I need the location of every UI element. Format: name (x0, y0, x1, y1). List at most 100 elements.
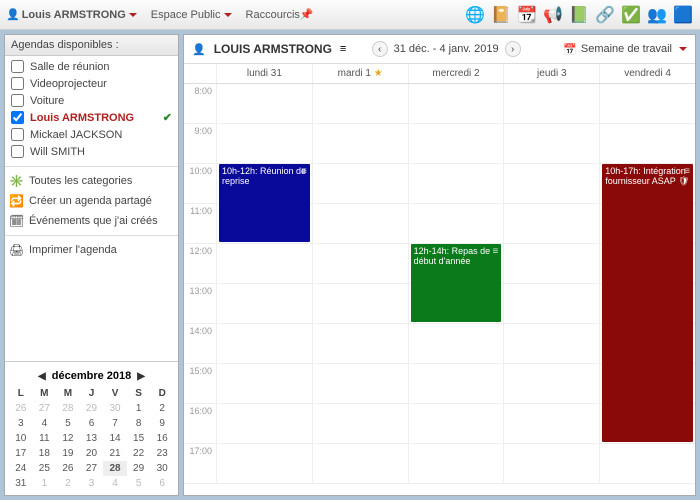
time-slot[interactable] (216, 204, 312, 243)
mini-cal-day[interactable]: 21 (103, 446, 127, 461)
link-icon[interactable]: 🔗 (594, 4, 616, 26)
time-slot[interactable] (216, 364, 312, 403)
mini-cal-day[interactable]: 26 (9, 401, 33, 416)
time-slot[interactable] (312, 284, 408, 323)
mini-cal-day[interactable]: 16 (150, 431, 174, 446)
mini-cal-day[interactable]: 15 (127, 431, 151, 446)
time-slot[interactable] (408, 324, 504, 363)
next-week[interactable]: › (505, 41, 521, 57)
mini-cal-day[interactable]: 13 (80, 431, 104, 446)
mini-cal-day[interactable]: 28 (56, 401, 80, 416)
time-slot[interactable] (599, 84, 695, 123)
time-slot[interactable] (312, 444, 408, 483)
calendar-item[interactable]: Videoprojecteur (9, 75, 174, 92)
calendar-item[interactable]: Will SMITH (9, 143, 174, 160)
mini-cal-day[interactable]: 6 (80, 416, 104, 431)
mini-cal-day[interactable]: 20 (80, 446, 104, 461)
time-slot[interactable] (408, 204, 504, 243)
time-slot[interactable] (312, 364, 408, 403)
calendar-item[interactable]: Mickael JACKSON (9, 126, 174, 143)
time-slot[interactable] (503, 444, 599, 483)
app-icon[interactable]: 🟦 (672, 4, 694, 26)
calendar-checkbox[interactable] (11, 128, 24, 141)
event-menu-icon[interactable]: ≡ (684, 166, 690, 177)
time-slot[interactable] (312, 244, 408, 283)
check-icon[interactable]: ✅ (620, 4, 642, 26)
time-slot[interactable] (408, 84, 504, 123)
mini-cal-day[interactable]: 19 (56, 446, 80, 461)
mini-cal-day[interactable]: 4 (103, 476, 127, 491)
time-slot[interactable] (503, 204, 599, 243)
time-slot[interactable] (216, 404, 312, 443)
time-slot[interactable] (503, 164, 599, 203)
time-slot[interactable] (312, 404, 408, 443)
time-slot[interactable] (503, 84, 599, 123)
mini-cal-day[interactable]: 29 (127, 461, 151, 476)
mini-cal-day[interactable]: 24 (9, 461, 33, 476)
time-slot[interactable]: 10h-17h: Intégration fournisseur ASAP 🛡≡ (599, 164, 695, 203)
prev-week[interactable]: ‹ (372, 41, 388, 57)
mini-cal-day[interactable]: 17 (9, 446, 33, 461)
book-icon[interactable]: 📔 (490, 4, 512, 26)
calendar-checkbox[interactable] (11, 94, 24, 107)
time-slot[interactable] (599, 404, 695, 443)
time-slot[interactable] (408, 284, 504, 323)
time-slot[interactable] (408, 404, 504, 443)
time-slot[interactable] (599, 444, 695, 483)
create-shared[interactable]: 🔁Créer un agenda partagé (5, 191, 178, 211)
mini-cal-day[interactable]: 6 (150, 476, 174, 491)
time-slot[interactable] (599, 364, 695, 403)
mini-cal-day[interactable]: 27 (33, 401, 57, 416)
mini-cal-day[interactable]: 3 (80, 476, 104, 491)
globe-icon[interactable]: 🌐 (464, 4, 486, 26)
mini-cal-day[interactable]: 11 (33, 431, 57, 446)
megaphone-icon[interactable]: 📢 (542, 4, 564, 26)
time-slot[interactable] (312, 204, 408, 243)
mini-cal-day[interactable]: 18 (33, 446, 57, 461)
time-slot[interactable] (312, 324, 408, 363)
calendar-item[interactable]: Voiture (9, 92, 174, 109)
mini-cal-day[interactable]: 4 (33, 416, 57, 431)
owner-menu-icon[interactable]: ≡ (340, 43, 346, 55)
view-selector[interactable]: 📅 Semaine de travail (563, 43, 687, 56)
mini-cal-day[interactable]: 3 (9, 416, 33, 431)
time-slot[interactable] (216, 84, 312, 123)
mini-cal-day[interactable]: 30 (103, 401, 127, 416)
time-slot[interactable] (503, 284, 599, 323)
prev-month[interactable]: ◀ (38, 371, 46, 382)
time-slot[interactable] (599, 284, 695, 323)
time-slot[interactable] (408, 164, 504, 203)
time-slot[interactable] (408, 444, 504, 483)
mini-cal-day[interactable]: 9 (150, 416, 174, 431)
time-slot[interactable] (503, 124, 599, 163)
mini-cal-day[interactable]: 27 (80, 461, 104, 476)
mini-cal-day[interactable]: 1 (127, 401, 151, 416)
time-slot[interactable] (503, 364, 599, 403)
time-slot[interactable] (503, 324, 599, 363)
event-menu-icon[interactable]: ≡ (301, 166, 307, 177)
mini-cal-day[interactable]: 7 (103, 416, 127, 431)
time-slot[interactable] (216, 324, 312, 363)
mini-cal-day[interactable]: 25 (33, 461, 57, 476)
mini-cal-day[interactable]: 5 (127, 476, 151, 491)
time-slot[interactable] (216, 244, 312, 283)
time-slot[interactable] (599, 324, 695, 363)
next-month[interactable]: ▶ (137, 371, 145, 382)
print-agenda[interactable]: 🖨Imprimer l'agenda (5, 240, 178, 260)
mini-cal-day[interactable]: 10 (9, 431, 33, 446)
calendar-checkbox[interactable] (11, 145, 24, 158)
time-slot[interactable] (312, 164, 408, 203)
calendar-item[interactable]: Louis ARMSTRONG✔ (9, 109, 174, 126)
mini-cal-day[interactable]: 31 (9, 476, 33, 491)
time-slot[interactable] (503, 244, 599, 283)
time-slot[interactable] (599, 124, 695, 163)
event-menu-icon[interactable]: ≡ (493, 246, 499, 257)
time-slot[interactable] (408, 364, 504, 403)
mini-cal-day[interactable]: 22 (127, 446, 151, 461)
mini-cal-day[interactable]: 5 (56, 416, 80, 431)
mini-cal-day[interactable]: 23 (150, 446, 174, 461)
calendar-checkbox[interactable] (11, 77, 24, 90)
people-icon[interactable]: 👥 (646, 4, 668, 26)
time-slot[interactable] (216, 284, 312, 323)
mini-cal-day[interactable]: 2 (150, 401, 174, 416)
